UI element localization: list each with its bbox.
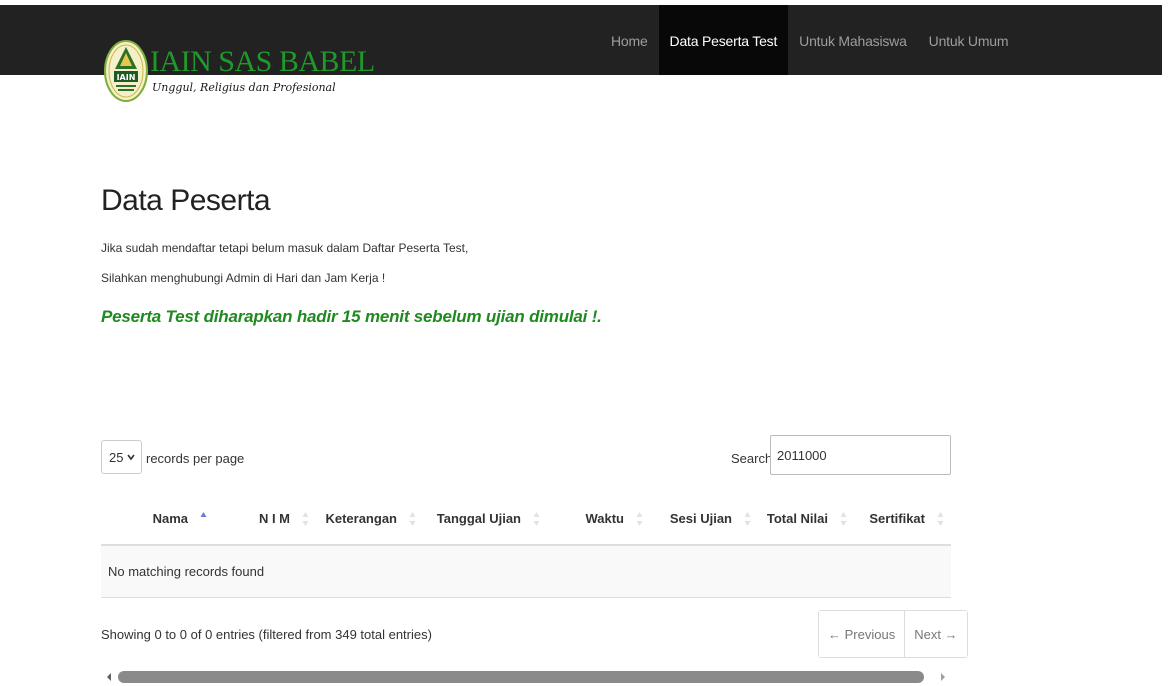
nav-item-untuk-umum[interactable]: Untuk Umum bbox=[918, 5, 1020, 75]
column-label: Sertifikat bbox=[869, 511, 925, 526]
records-per-page-label: records per page bbox=[146, 451, 245, 466]
scroll-left-arrow-icon[interactable] bbox=[107, 673, 111, 681]
sort-both-icon bbox=[744, 512, 751, 526]
column-header-tanggal-ujian[interactable]: Tanggal Ujian bbox=[423, 493, 547, 546]
brand-name[interactable]: IAIN SAS BABEL bbox=[150, 47, 375, 77]
column-header-keterangan[interactable]: Keterangan bbox=[316, 493, 423, 546]
table-row-empty: No matching records found bbox=[101, 545, 951, 598]
column-label: Keterangan bbox=[325, 511, 397, 526]
nav-item-untuk-mahasiswa[interactable]: Untuk Mahasiswa bbox=[788, 5, 918, 75]
horizontal-scrollbar[interactable] bbox=[101, 670, 951, 684]
table-info: Showing 0 to 0 of 0 entries (filtered fr… bbox=[101, 627, 432, 642]
info-text-registration: Jika sudah mendaftar tetapi belum masuk … bbox=[101, 241, 469, 255]
column-label: Total Nilai bbox=[766, 511, 828, 526]
sort-ascending-icon bbox=[200, 512, 207, 517]
records-per-page-value: 25 bbox=[109, 449, 124, 465]
brand-tagline: Unggul, Religius dan Profesional bbox=[152, 81, 336, 94]
navbar-edge bbox=[1162, 5, 1170, 75]
records-per-page-select[interactable]: 25 bbox=[101, 440, 142, 474]
sort-both-icon bbox=[533, 512, 540, 526]
previous-page-button[interactable]: ← Previous bbox=[819, 611, 905, 657]
column-header-total-nilai[interactable]: Total Nilai bbox=[758, 493, 854, 546]
svg-text:IAIN: IAIN bbox=[117, 73, 136, 82]
scroll-right-arrow-icon[interactable] bbox=[941, 673, 945, 681]
main-nav: Home Data Peserta Test Untuk Mahasiswa U… bbox=[600, 5, 1019, 75]
column-label: N I M bbox=[258, 511, 290, 526]
sort-both-icon bbox=[937, 512, 944, 526]
nav-item-home[interactable]: Home bbox=[600, 5, 659, 75]
sort-both-icon bbox=[840, 512, 847, 526]
column-label: Nama bbox=[152, 511, 188, 526]
column-label: Sesi Ujian bbox=[669, 511, 732, 526]
participants-table: Nama N I M Keterangan Tanggal Ujian Wakt… bbox=[101, 493, 951, 598]
next-page-button[interactable]: Next → bbox=[904, 611, 967, 657]
column-header-nama[interactable]: Nama bbox=[101, 493, 214, 546]
info-text-contact-admin: Silahkan menghubungi Admin di Hari dan J… bbox=[101, 271, 386, 285]
search-input[interactable] bbox=[770, 435, 951, 475]
column-header-nim[interactable]: N I M bbox=[214, 493, 316, 546]
iain-logo-icon[interactable]: IAIN bbox=[103, 39, 149, 103]
column-header-sesi-ujian[interactable]: Sesi Ujian bbox=[650, 493, 758, 546]
page-title: Data Peserta bbox=[101, 184, 271, 217]
chevron-down-icon bbox=[127, 454, 135, 461]
column-header-waktu[interactable]: Waktu bbox=[547, 493, 650, 546]
table-header-row: Nama N I M Keterangan Tanggal Ujian Wakt… bbox=[101, 493, 951, 546]
sort-both-icon bbox=[409, 512, 416, 526]
sort-both-icon bbox=[636, 512, 643, 526]
column-label: Tanggal Ujian bbox=[436, 511, 521, 526]
pagination: ← Previous Next → bbox=[818, 610, 968, 658]
empty-table-message: No matching records found bbox=[101, 545, 951, 598]
sort-both-icon bbox=[302, 512, 309, 526]
nav-item-data-peserta-test[interactable]: Data Peserta Test bbox=[658, 5, 789, 75]
column-header-sertifikat[interactable]: Sertifikat bbox=[854, 493, 951, 546]
scrollbar-thumb[interactable] bbox=[118, 671, 924, 683]
attendance-notice: Peserta Test diharapkan hadir 15 menit s… bbox=[101, 307, 602, 326]
column-label: Waktu bbox=[585, 511, 624, 526]
